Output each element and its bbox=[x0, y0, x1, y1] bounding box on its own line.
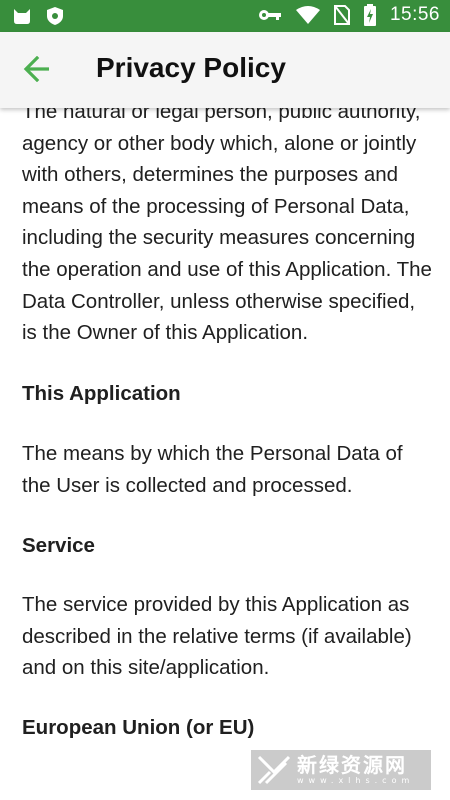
battery-charging-icon bbox=[363, 4, 376, 26]
no-sim-icon bbox=[333, 5, 350, 25]
this-application-definition: The means by which the Personal Data of … bbox=[22, 442, 403, 497]
status-time: 15:56 bbox=[389, 4, 440, 25]
watermark-brand: 新绿资源网 bbox=[297, 753, 407, 777]
service-definition: The service provided by this Application… bbox=[22, 593, 412, 680]
app-bar: Privacy Policy bbox=[0, 32, 450, 108]
status-bar: 15:56 bbox=[0, 0, 450, 32]
shield-icon bbox=[46, 6, 64, 26]
back-button[interactable] bbox=[18, 52, 56, 90]
cat-icon bbox=[12, 7, 32, 25]
status-left-icons bbox=[12, 6, 64, 26]
heading-this-application: This Application bbox=[22, 381, 181, 405]
status-right-icons: 15:56 bbox=[258, 4, 440, 26]
watermark-logo-icon bbox=[251, 750, 297, 790]
arrow-back-icon bbox=[23, 55, 51, 86]
policy-content[interactable]: The natural or legal person, public auth… bbox=[0, 108, 450, 800]
watermark-text: 新绿资源网 www.xlhs.com bbox=[297, 754, 431, 786]
heading-european-union: European Union (or EU) bbox=[22, 715, 255, 739]
heading-service: Service bbox=[22, 533, 95, 557]
page-title: Privacy Policy bbox=[96, 52, 286, 83]
wifi-icon bbox=[295, 5, 320, 25]
key-icon bbox=[258, 8, 282, 22]
policy-text: The natural or legal person, public auth… bbox=[22, 108, 434, 744]
watermark: 新绿资源网 www.xlhs.com bbox=[251, 750, 431, 790]
data-controller-definition: The natural or legal person, public auth… bbox=[22, 108, 432, 345]
watermark-url: www.xlhs.com bbox=[297, 776, 415, 785]
